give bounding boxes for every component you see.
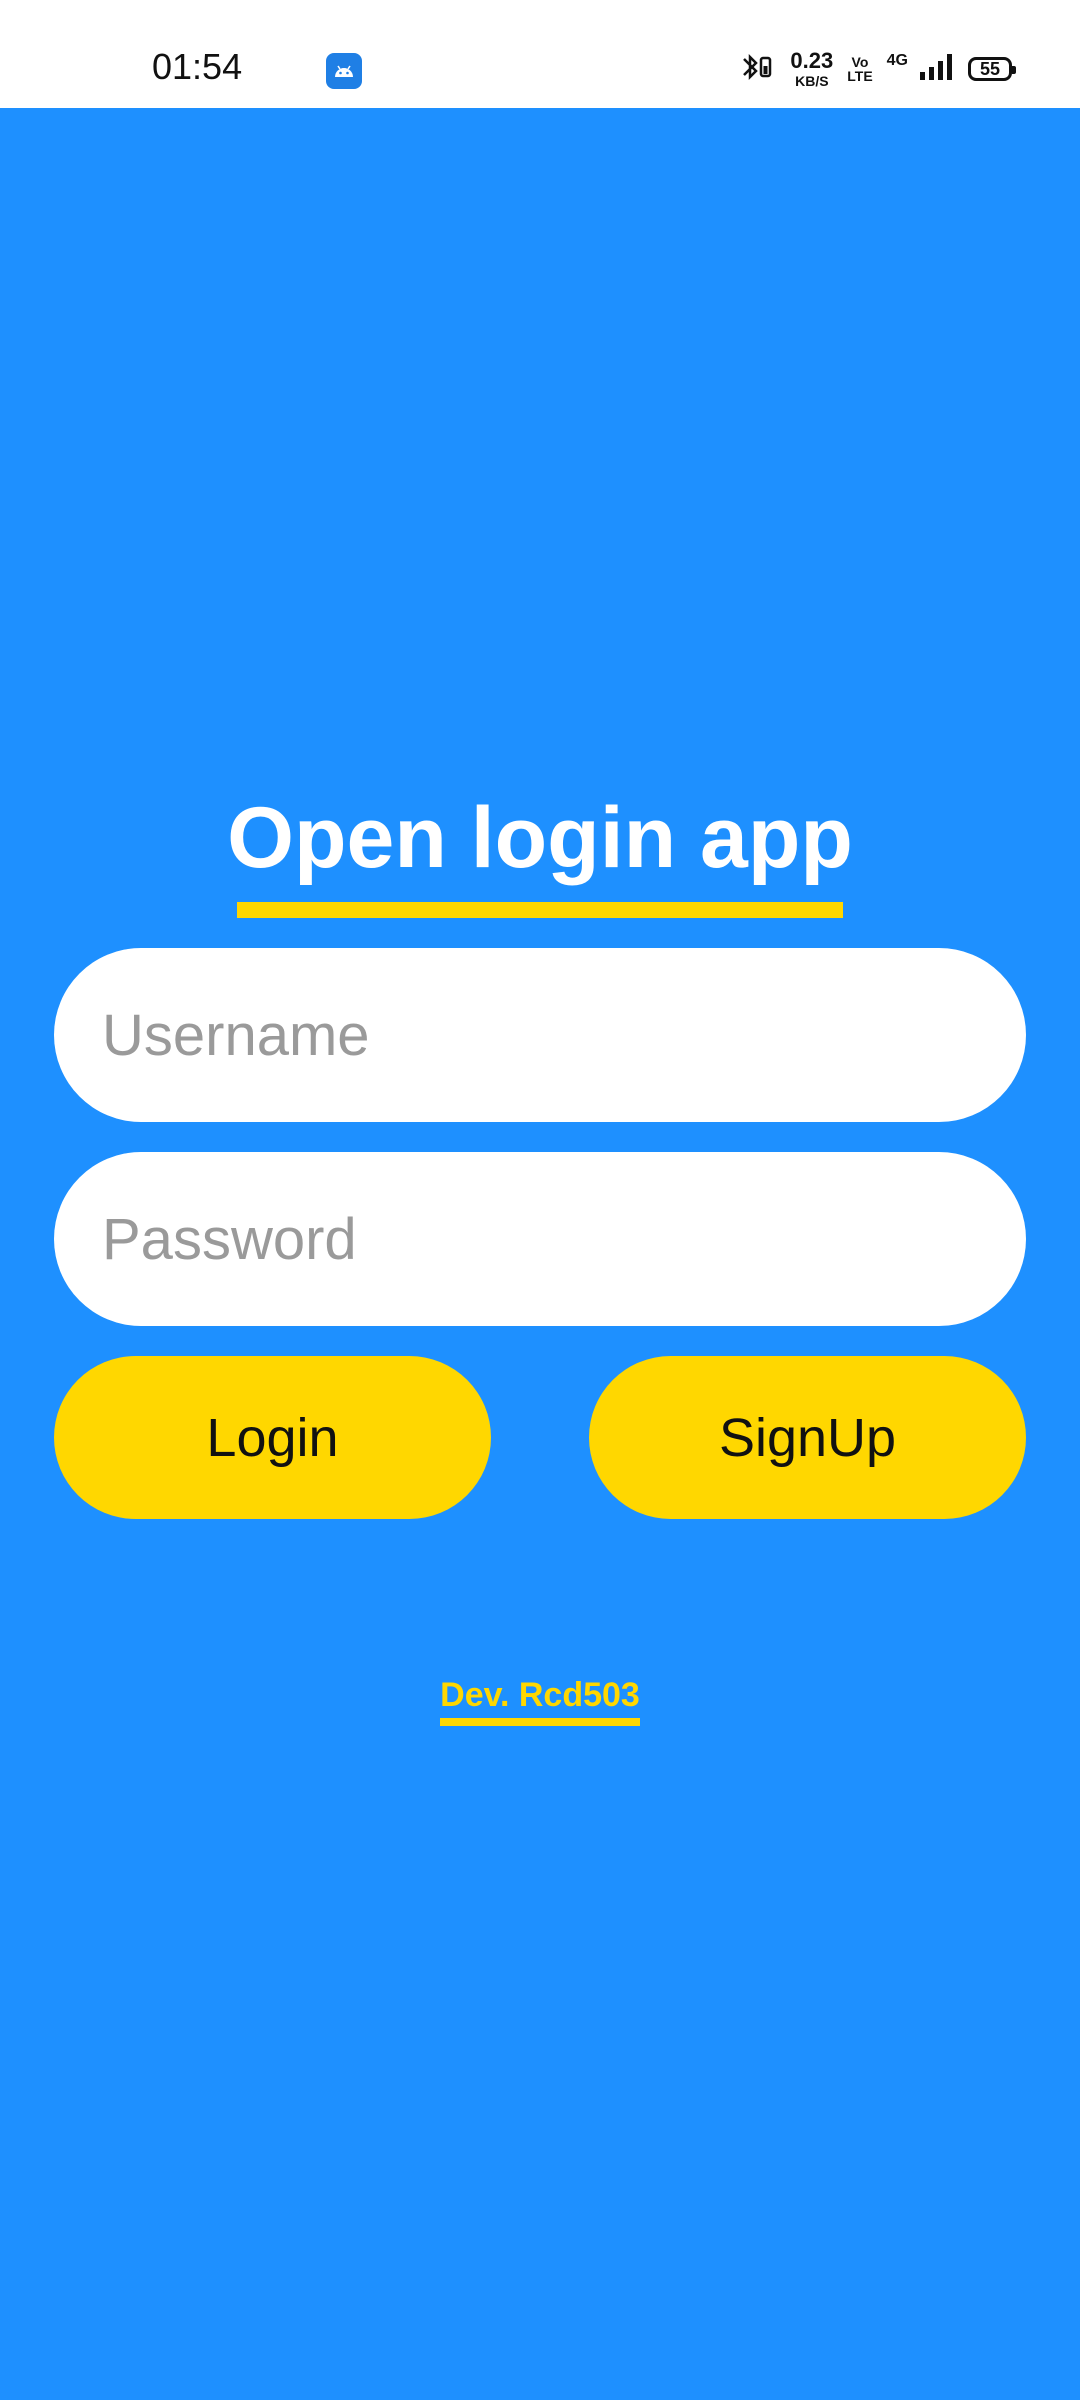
status-time: 01:54 [152, 46, 243, 87]
battery-indicator: 55 [968, 57, 1016, 81]
password-field[interactable] [54, 1152, 1026, 1326]
username-input[interactable] [100, 1000, 984, 1070]
title-underline [237, 902, 843, 918]
signup-button[interactable]: SignUp [589, 1356, 1026, 1519]
password-input[interactable] [100, 1204, 984, 1274]
network-speed: 0.23 KB/S [790, 48, 834, 89]
bluetooth-icon [740, 51, 776, 88]
status-icons: 0.23 KB/S Vo LTE 4G 55 [740, 48, 1016, 89]
signal-icon [918, 52, 954, 87]
volte-bottom: LTE [847, 68, 873, 84]
android-icon [326, 53, 362, 89]
volte-indicator: Vo LTE [847, 55, 872, 83]
username-field[interactable] [54, 948, 1026, 1122]
volte-top: Vo [851, 54, 869, 70]
developer-credit: Dev. Rcd503 [440, 1676, 640, 1714]
status-bar: 01:54 0.23 KB/S Vo LTE 4G 55 [0, 0, 1080, 108]
network-speed-unit: KB/S [795, 73, 829, 89]
login-button[interactable]: Login [54, 1356, 491, 1519]
network-type: 4G [886, 52, 908, 69]
battery-level: 55 [979, 58, 1001, 79]
network-speed-value: 0.23 [790, 48, 834, 73]
developer-credit-underline [440, 1718, 640, 1726]
page-title: Open login app [227, 790, 853, 886]
